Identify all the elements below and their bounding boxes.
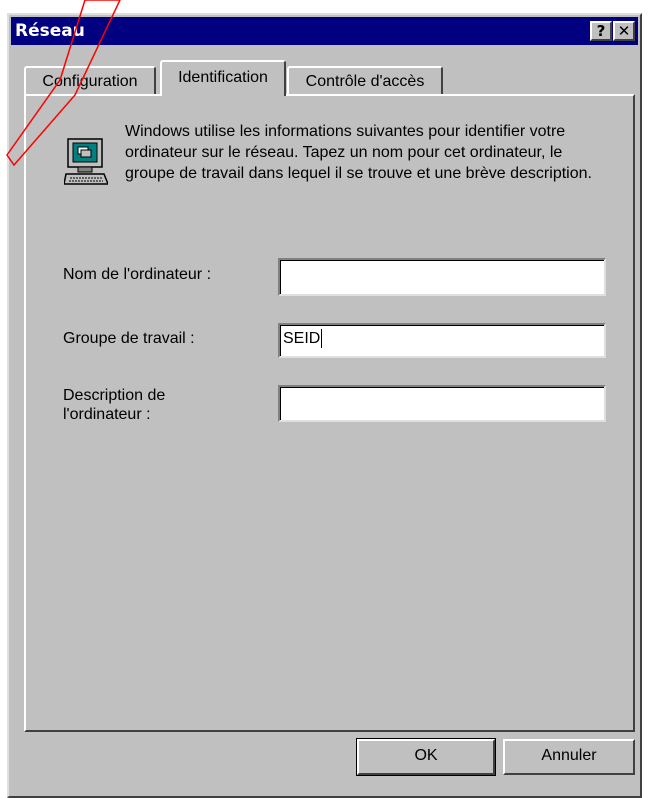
workgroup-label: Groupe de travail : (63, 330, 195, 347)
identification-panel: Windows utilise les informations suivant… (24, 94, 635, 732)
help-button[interactable]: ? (590, 21, 612, 41)
workgroup-field[interactable]: SEID (278, 323, 606, 358)
window-title: Réseau (15, 21, 85, 41)
tab-configuration[interactable]: Configuration (24, 66, 156, 96)
title-bar[interactable]: Réseau ? ✕ (11, 17, 638, 45)
tab-access-control[interactable]: Contrôle d'accès (287, 66, 443, 96)
workgroup-value: SEID (283, 330, 321, 347)
text-caret (321, 329, 323, 349)
computer-name-field[interactable] (278, 258, 606, 296)
ok-button[interactable]: OK (356, 738, 496, 776)
computer-icon (64, 138, 108, 185)
close-button[interactable]: ✕ (613, 21, 635, 41)
description-field[interactable] (278, 385, 606, 422)
description-label: Description de l'ordinateur : (63, 387, 166, 423)
cancel-button[interactable]: Annuler (503, 739, 635, 775)
tab-identification[interactable]: Identification (160, 60, 286, 96)
computer-name-label: Nom de l'ordinateur : (63, 266, 212, 283)
info-text: Windows utilise les informations suivant… (125, 123, 592, 182)
